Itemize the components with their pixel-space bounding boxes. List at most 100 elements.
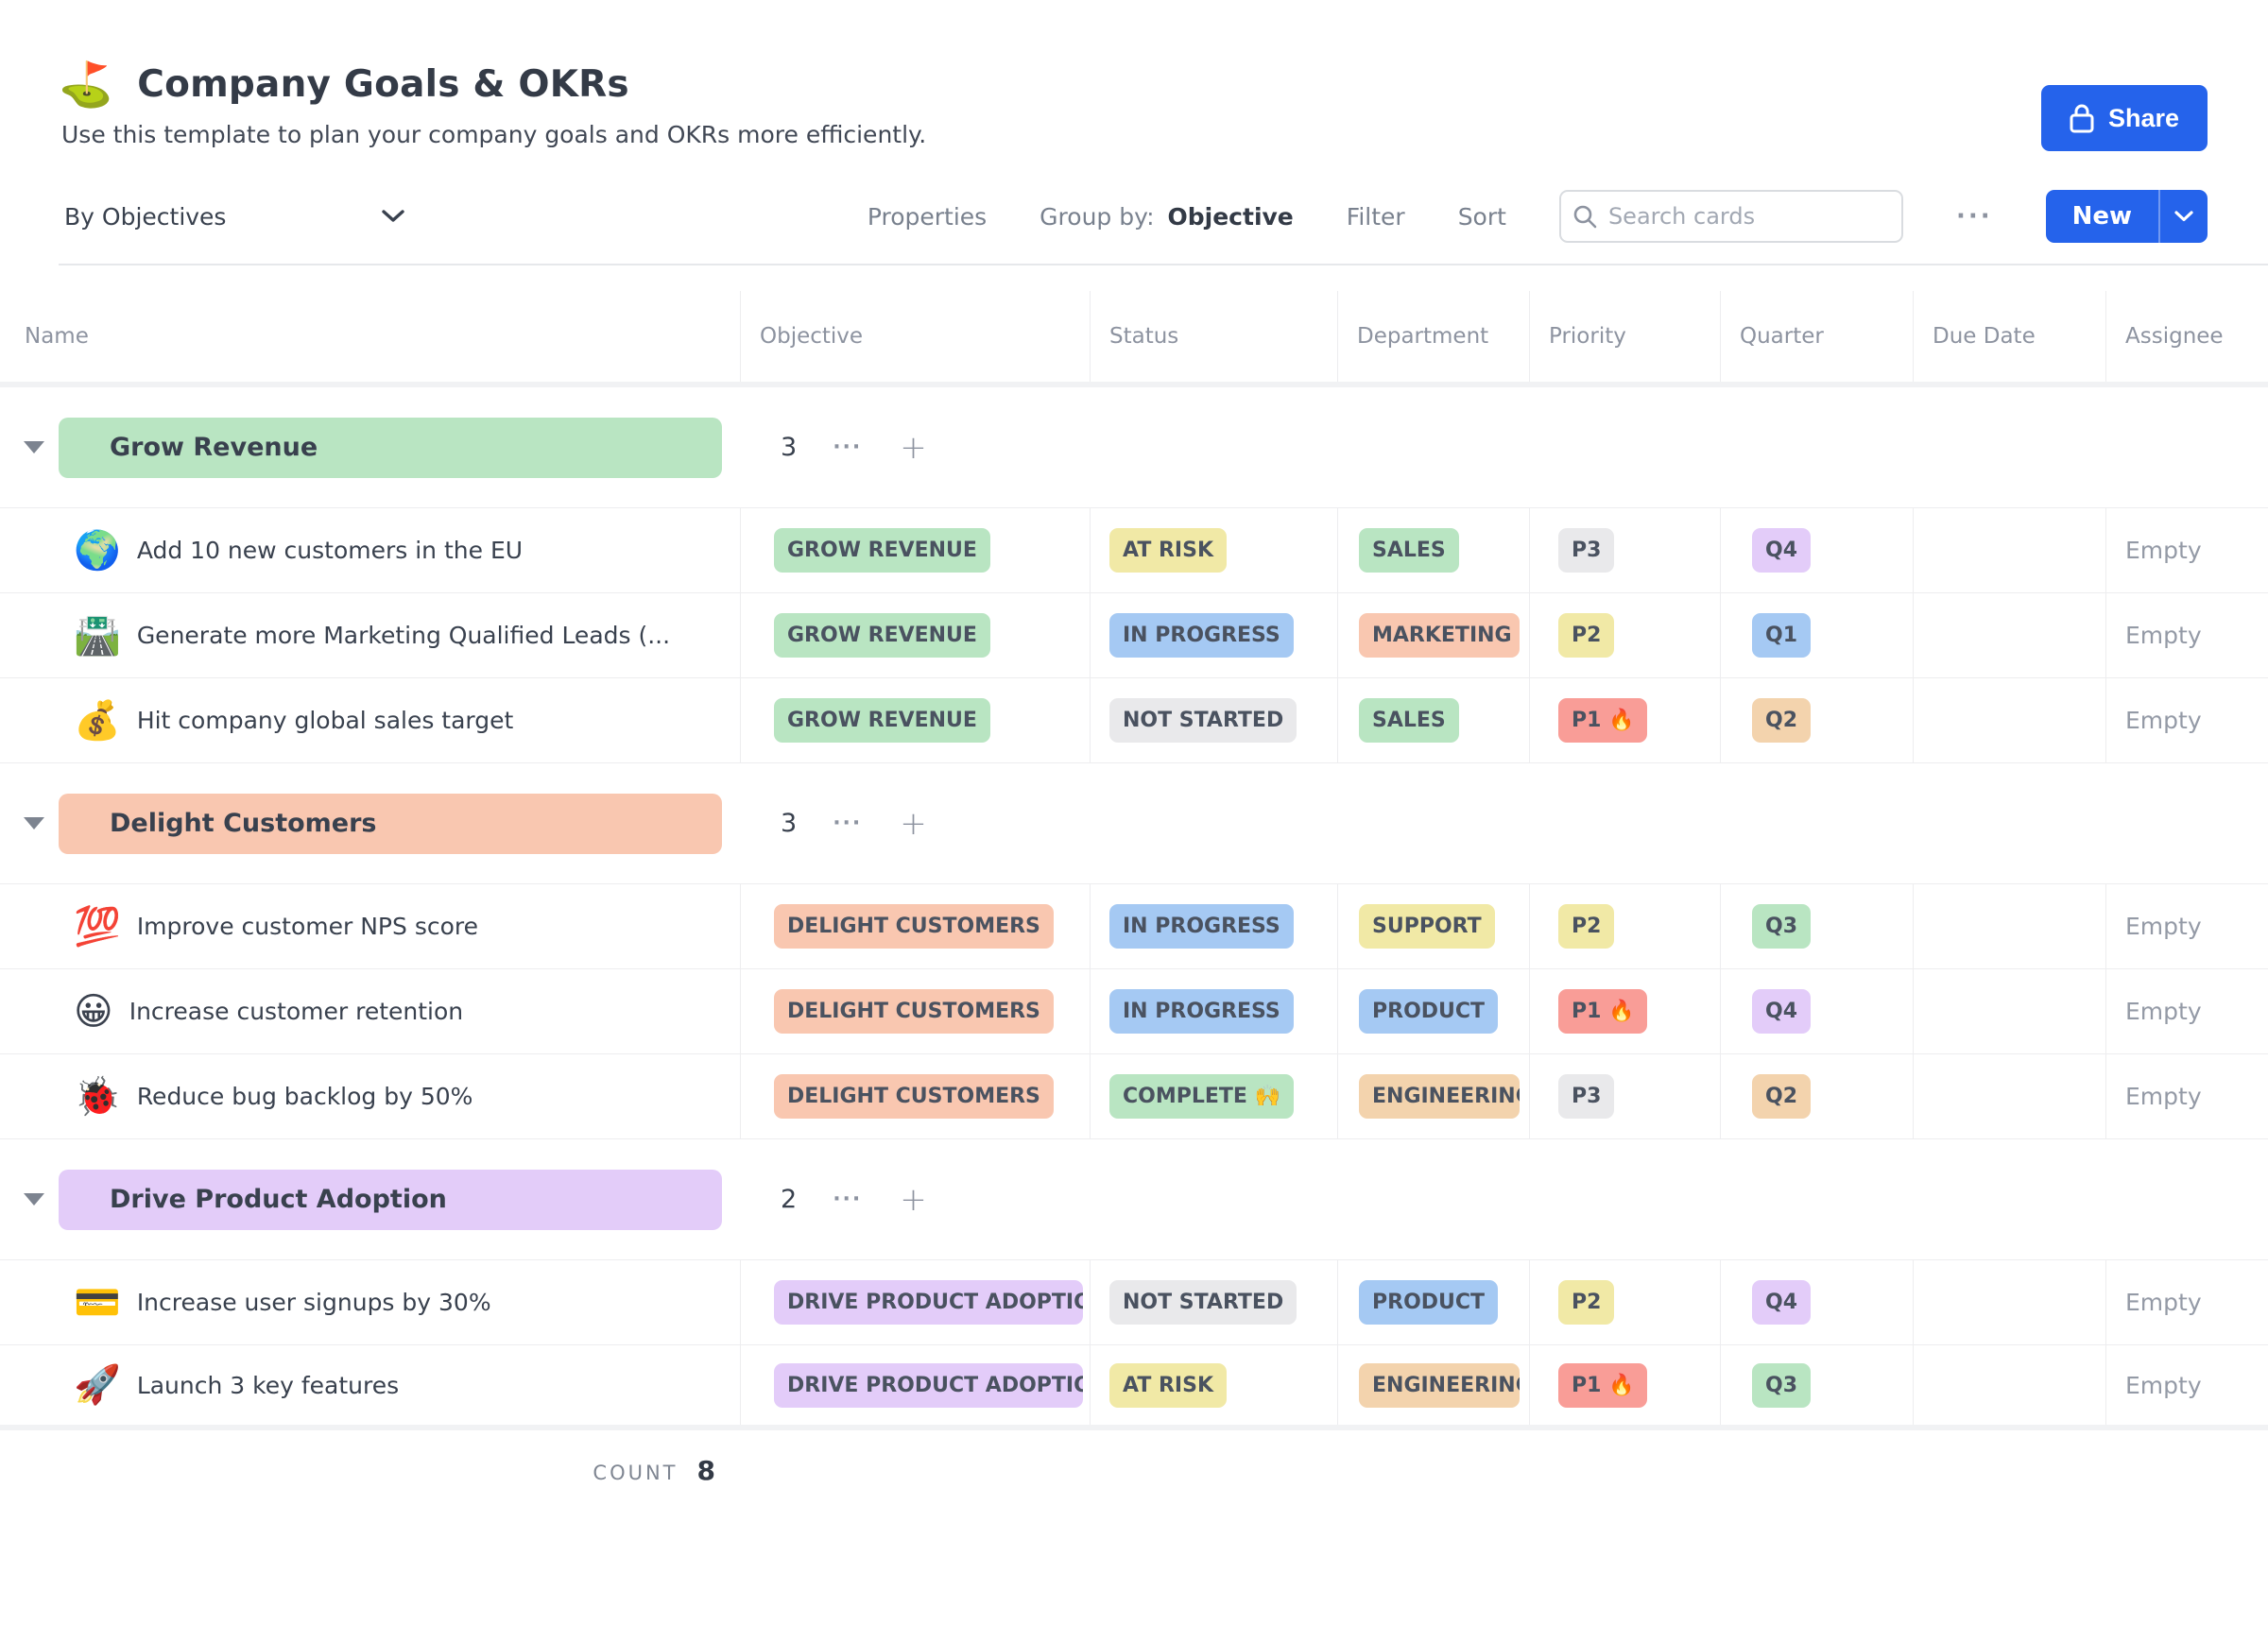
collapse-group-icon[interactable]	[24, 817, 44, 830]
filter-button[interactable]: Filter	[1347, 203, 1405, 231]
priority-cell[interactable]: P3	[1529, 1054, 1720, 1138]
collapse-group-icon[interactable]	[24, 441, 44, 453]
column-header-status[interactable]: Status	[1090, 291, 1337, 382]
priority-cell[interactable]: P2	[1529, 593, 1720, 677]
quarter-cell[interactable]: Q2	[1720, 1054, 1913, 1138]
share-button[interactable]: Share	[2041, 85, 2208, 151]
group-add-icon[interactable]: +	[900, 429, 927, 467]
due-date-cell[interactable]	[1913, 593, 2105, 677]
priority-cell[interactable]: P2	[1529, 1260, 1720, 1344]
column-header-due-date[interactable]: Due Date	[1913, 291, 2105, 382]
quarter-cell[interactable]: Q4	[1720, 508, 1913, 592]
table-row[interactable]: 🚀Launch 3 key featuresDRIVE PRODUCT ADOP…	[0, 1345, 2268, 1430]
assignee-cell[interactable]: Empty	[2105, 1345, 2268, 1425]
status-cell[interactable]: COMPLETE 🙌	[1090, 1054, 1337, 1138]
column-header-priority[interactable]: Priority	[1529, 291, 1720, 382]
quarter-cell[interactable]: Q2	[1720, 678, 1913, 762]
column-header-quarter[interactable]: Quarter	[1720, 291, 1913, 382]
collapse-group-icon[interactable]	[24, 1193, 44, 1206]
search-input[interactable]	[1608, 203, 1890, 230]
card-name-cell[interactable]: 💯Improve customer NPS score	[0, 884, 740, 968]
card-name-cell[interactable]: 🚀Launch 3 key features	[0, 1345, 740, 1425]
card-name-cell[interactable]: 🐞Reduce bug backlog by 50%	[0, 1054, 740, 1138]
status-cell[interactable]: IN PROGRESS	[1090, 969, 1337, 1053]
table-row[interactable]: 🌍Add 10 new customers in the EUGROW REVE…	[0, 508, 2268, 593]
quarter-cell[interactable]: Q4	[1720, 1260, 1913, 1344]
properties-button[interactable]: Properties	[868, 203, 987, 231]
group-by-control[interactable]: Group by: Objective	[1040, 203, 1294, 231]
status-cell[interactable]: IN PROGRESS	[1090, 593, 1337, 677]
department-cell[interactable]: ENGINEERING	[1337, 1345, 1529, 1425]
priority-cell[interactable]: P1 🔥	[1529, 1345, 1720, 1425]
new-button-group[interactable]: New	[2046, 190, 2208, 243]
group-pill[interactable]: Drive Product Adoption	[59, 1170, 722, 1230]
due-date-cell[interactable]	[1913, 1345, 2105, 1425]
card-name-cell[interactable]: 🛣️Generate more Marketing Qualified Lead…	[0, 593, 740, 677]
table-row[interactable]: 💰Hit company global sales targetGROW REV…	[0, 678, 2268, 763]
column-header-name[interactable]: Name	[0, 291, 740, 382]
table-row[interactable]: 🛣️Generate more Marketing Qualified Lead…	[0, 593, 2268, 678]
quarter-cell[interactable]: Q4	[1720, 969, 1913, 1053]
due-date-cell[interactable]	[1913, 1260, 2105, 1344]
card-name-cell[interactable]: 💳Increase user signups by 30%	[0, 1260, 740, 1344]
priority-cell[interactable]: P3	[1529, 508, 1720, 592]
new-dropdown-button[interactable]	[2160, 190, 2208, 243]
due-date-cell[interactable]	[1913, 1054, 2105, 1138]
group-by-value[interactable]: Objective	[1168, 203, 1294, 231]
status-cell[interactable]: IN PROGRESS	[1090, 884, 1337, 968]
objective-cell[interactable]: GROW REVENUE	[740, 508, 1090, 592]
assignee-cell[interactable]: Empty	[2105, 1054, 2268, 1138]
status-cell[interactable]: NOT STARTED	[1090, 678, 1337, 762]
priority-cell[interactable]: P1 🔥	[1529, 969, 1720, 1053]
card-name-cell[interactable]: 🌍Add 10 new customers in the EU	[0, 508, 740, 592]
assignee-cell[interactable]: Empty	[2105, 969, 2268, 1053]
group-add-icon[interactable]: +	[900, 805, 927, 843]
priority-cell[interactable]: P1 🔥	[1529, 678, 1720, 762]
department-cell[interactable]: SUPPORT	[1337, 884, 1529, 968]
sort-button[interactable]: Sort	[1458, 203, 1506, 231]
priority-cell[interactable]: P2	[1529, 884, 1720, 968]
new-button[interactable]: New	[2046, 190, 2158, 243]
group-more-icon[interactable]: ···	[833, 436, 862, 459]
group-pill[interactable]: Delight Customers	[59, 794, 722, 854]
due-date-cell[interactable]	[1913, 969, 2105, 1053]
table-row[interactable]: 💳Increase user signups by 30%DRIVE PRODU…	[0, 1260, 2268, 1345]
status-cell[interactable]: AT RISK	[1090, 508, 1337, 592]
objective-cell[interactable]: DELIGHT CUSTOMERS	[740, 884, 1090, 968]
due-date-cell[interactable]	[1913, 884, 2105, 968]
department-cell[interactable]: SALES	[1337, 678, 1529, 762]
assignee-cell[interactable]: Empty	[2105, 884, 2268, 968]
column-header-assignee[interactable]: Assignee	[2105, 291, 2268, 382]
group-pill[interactable]: Grow Revenue	[59, 418, 722, 478]
group-add-icon[interactable]: +	[900, 1181, 927, 1219]
assignee-cell[interactable]: Empty	[2105, 1260, 2268, 1344]
status-cell[interactable]: AT RISK	[1090, 1345, 1337, 1425]
objective-cell[interactable]: GROW REVENUE	[740, 593, 1090, 677]
group-more-icon[interactable]: ···	[833, 1188, 862, 1211]
toolbar-more-icon[interactable]: ···	[1956, 202, 1993, 231]
column-header-department[interactable]: Department	[1337, 291, 1529, 382]
objective-cell[interactable]: DELIGHT CUSTOMERS	[740, 1054, 1090, 1138]
table-row[interactable]: 🐞Reduce bug backlog by 50%DELIGHT CUSTOM…	[0, 1054, 2268, 1139]
department-cell[interactable]: PRODUCT	[1337, 969, 1529, 1053]
department-cell[interactable]: PRODUCT	[1337, 1260, 1529, 1344]
quarter-cell[interactable]: Q1	[1720, 593, 1913, 677]
status-cell[interactable]: NOT STARTED	[1090, 1260, 1337, 1344]
view-selector[interactable]: By Objectives	[64, 203, 404, 231]
quarter-cell[interactable]: Q3	[1720, 884, 1913, 968]
objective-cell[interactable]: DELIGHT CUSTOMERS	[740, 969, 1090, 1053]
objective-cell[interactable]: DRIVE PRODUCT ADOPTION	[740, 1260, 1090, 1344]
objective-cell[interactable]: DRIVE PRODUCT ADOPTION	[740, 1345, 1090, 1425]
group-more-icon[interactable]: ···	[833, 812, 862, 835]
search-box[interactable]	[1559, 190, 1903, 243]
card-name-cell[interactable]: 💰Hit company global sales target	[0, 678, 740, 762]
table-row[interactable]: 💯Improve customer NPS scoreDELIGHT CUSTO…	[0, 884, 2268, 969]
table-row[interactable]: 😀Increase customer retentionDELIGHT CUST…	[0, 969, 2268, 1054]
department-cell[interactable]: MARKETING	[1337, 593, 1529, 677]
assignee-cell[interactable]: Empty	[2105, 508, 2268, 592]
due-date-cell[interactable]	[1913, 678, 2105, 762]
card-name-cell[interactable]: 😀Increase customer retention	[0, 969, 740, 1053]
department-cell[interactable]: ENGINEERING	[1337, 1054, 1529, 1138]
assignee-cell[interactable]: Empty	[2105, 593, 2268, 677]
due-date-cell[interactable]	[1913, 508, 2105, 592]
